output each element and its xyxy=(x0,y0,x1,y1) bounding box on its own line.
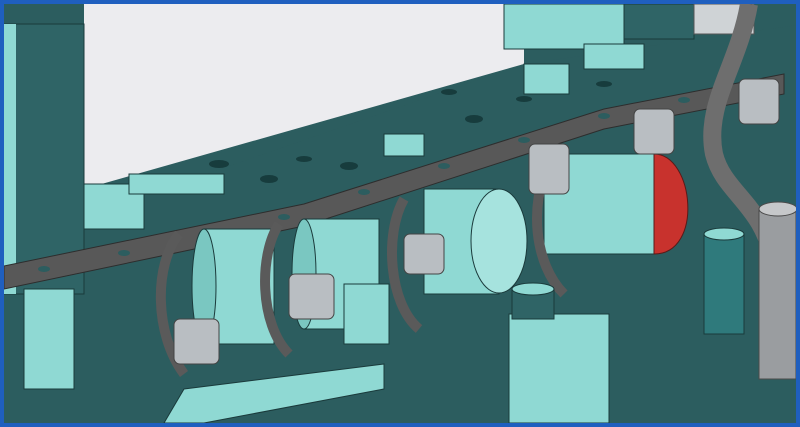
foreground-cylinder-top xyxy=(511,282,555,296)
right-post-top xyxy=(703,227,745,241)
grey-pin-top xyxy=(758,201,796,217)
small-block-e xyxy=(583,43,645,70)
right-post xyxy=(703,233,745,335)
small-block-b xyxy=(128,173,225,195)
grey-pin xyxy=(758,208,796,380)
cad-viewport-frame xyxy=(0,0,800,427)
left-tall-block-face xyxy=(4,24,16,294)
cad-scene[interactable] xyxy=(4,4,796,423)
small-block-c xyxy=(383,133,425,157)
foreground-block-mid xyxy=(343,283,390,345)
upper-block-2 xyxy=(623,4,695,40)
upper-block-1 xyxy=(503,4,625,50)
foreground-block-left xyxy=(23,288,75,390)
foreground-block-right xyxy=(508,313,610,423)
small-block-d xyxy=(523,63,570,95)
